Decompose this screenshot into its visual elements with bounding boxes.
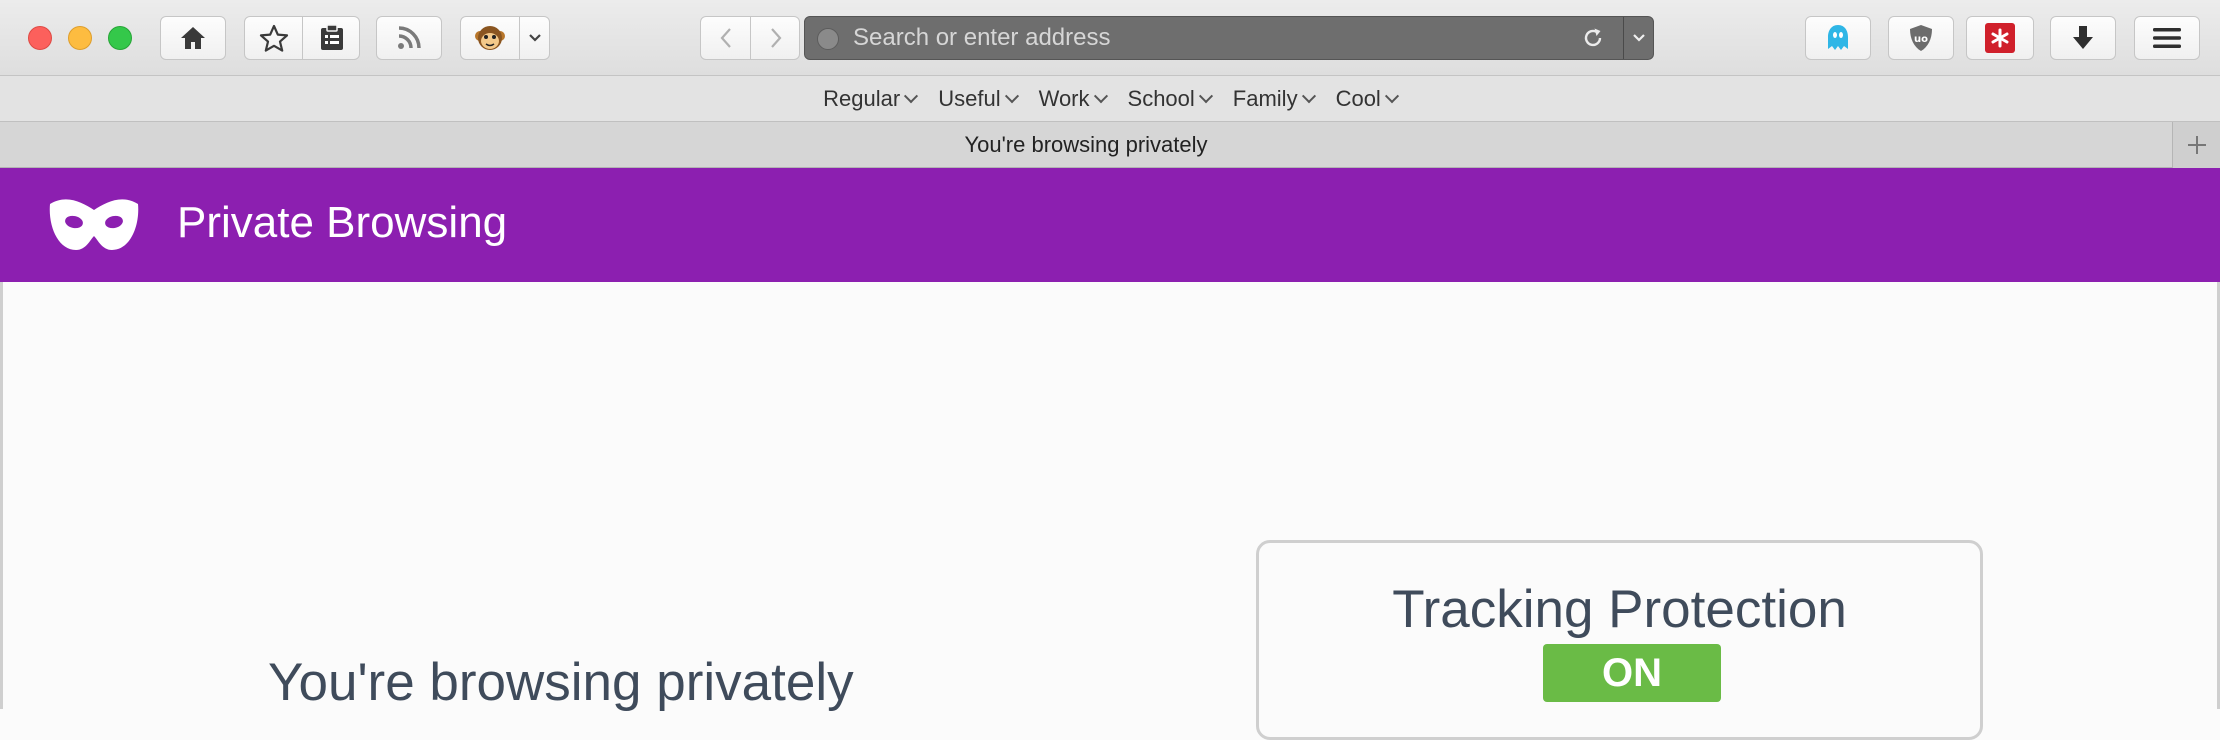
forward-button[interactable] — [751, 17, 801, 59]
monkey-icon — [475, 26, 505, 50]
chevron-down-icon — [1093, 88, 1108, 103]
window-minimize-button[interactable] — [68, 26, 92, 50]
ghost-icon — [1828, 25, 1848, 50]
tab-strip: You're browsing privately — [0, 122, 2220, 168]
chevron-down-icon — [1301, 88, 1316, 103]
userscript-group — [460, 16, 550, 60]
bookmark-folder-label: Useful — [938, 85, 1001, 111]
window-close-button[interactable] — [28, 26, 52, 50]
tab-title: You're browsing privately — [964, 132, 1208, 157]
bookmark-folder-label: Work — [1038, 85, 1090, 111]
lastpass-icon — [1985, 23, 2015, 53]
rss-button[interactable] — [376, 16, 442, 60]
ghostery-button[interactable] — [1805, 16, 1871, 60]
userscript-menu-button[interactable] — [520, 17, 550, 59]
private-mask-icon — [49, 199, 139, 250]
home-button[interactable] — [160, 16, 226, 60]
clipboard-list-icon — [321, 24, 343, 50]
tracking-protection-card: Tracking Protection ON — [1256, 540, 1983, 740]
private-browsing-heading: You're browsing privately — [268, 653, 854, 712]
chevron-down-icon — [1384, 88, 1399, 103]
chevron-down-icon — [904, 88, 919, 103]
chevron-down-icon — [529, 34, 541, 42]
bookmark-star-button[interactable] — [245, 17, 303, 59]
downloads-button[interactable] — [2050, 16, 2116, 60]
rss-icon — [398, 26, 421, 49]
bookmarks-toolbar: Regular Useful Work School Family Cool — [0, 76, 2220, 122]
bookmark-folder-regular[interactable]: Regular — [823, 85, 919, 112]
window-maximize-button[interactable] — [108, 26, 132, 50]
svg-text:uo: uo — [1914, 34, 1928, 45]
tracking-protection-title: Tracking Protection — [1392, 580, 1847, 639]
star-icon — [259, 24, 289, 52]
active-tab[interactable]: You're browsing privately — [0, 122, 2172, 168]
bookmark-folder-school[interactable]: School — [1127, 85, 1213, 112]
bookmark-folder-cool[interactable]: Cool — [1335, 85, 1399, 112]
reload-button[interactable] — [1581, 26, 1605, 55]
url-history-dropdown[interactable] — [1623, 17, 1653, 59]
menu-button[interactable] — [2134, 16, 2200, 60]
bookmark-folder-label: Regular — [823, 85, 901, 111]
bookmark-folder-useful[interactable]: Useful — [938, 85, 1019, 112]
navigation-group — [700, 16, 800, 60]
chevron-down-icon — [1198, 88, 1213, 103]
site-identity-icon[interactable] — [817, 28, 839, 50]
chevron-left-icon — [720, 28, 731, 48]
hamburger-menu-icon — [2153, 28, 2181, 48]
lastpass-button[interactable] — [1966, 16, 2034, 60]
bookmark-folder-label: School — [1127, 85, 1195, 111]
tracking-protection-status-badge[interactable]: ON — [1543, 644, 1721, 702]
back-button[interactable] — [701, 17, 751, 59]
page-title: Private Browsing — [177, 198, 508, 247]
bookmark-folder-label: Family — [1232, 85, 1298, 111]
bookmark-folder-work[interactable]: Work — [1038, 85, 1108, 112]
bookmark-group — [244, 16, 360, 60]
bookmark-folder-family[interactable]: Family — [1232, 85, 1316, 112]
chevron-down-icon — [1004, 88, 1019, 103]
new-tab-button[interactable] — [2172, 122, 2220, 168]
reload-icon — [1584, 28, 1602, 47]
chevron-down-icon — [1632, 34, 1645, 42]
download-arrow-icon — [2073, 26, 2093, 49]
private-browsing-header: Private Browsing — [0, 168, 2220, 282]
address-bar — [804, 16, 1654, 60]
url-input[interactable] — [853, 23, 1553, 53]
browser-toolbar: uo — [0, 0, 2220, 76]
chevron-right-icon — [771, 28, 782, 48]
shield-icon: uo — [1910, 25, 1932, 51]
ublock-button[interactable]: uo — [1888, 16, 1954, 60]
bookmark-folder-label: Cool — [1335, 85, 1381, 111]
home-icon — [181, 27, 205, 49]
userscript-button[interactable] — [461, 17, 519, 59]
reading-list-button[interactable] — [303, 17, 361, 59]
plus-icon — [2187, 136, 2206, 154]
